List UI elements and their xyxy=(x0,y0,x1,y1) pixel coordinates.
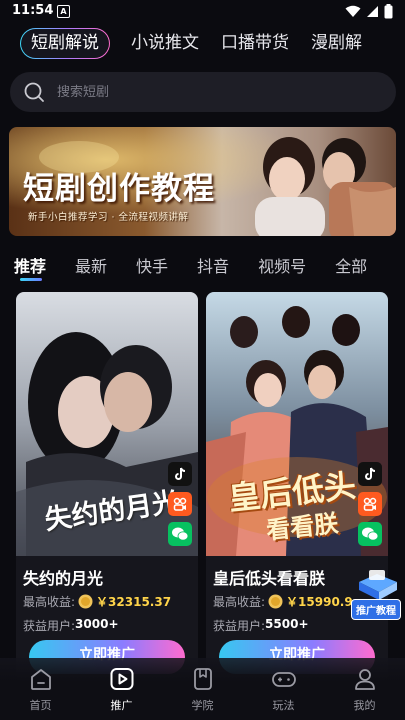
battery-icon xyxy=(384,4,393,19)
tutorial-banner[interactable]: 短剧创作教程 新手小白推荐学习 · 全流程视频讲解 xyxy=(9,127,396,236)
kuaishou-icon xyxy=(168,492,192,516)
search-bar[interactable] xyxy=(10,72,396,112)
bottom-nav: 首页 推广 学院 玩法 我的 xyxy=(0,658,405,720)
home-icon xyxy=(30,669,51,690)
tiktok-icon xyxy=(168,462,192,486)
platform-icons xyxy=(168,462,192,546)
max-earnings-value: ￥32315.37 xyxy=(96,595,172,609)
nav-promote-label: 推广 xyxy=(110,699,133,712)
wechat-icon xyxy=(168,522,192,546)
tutorial-label: 推广教程 xyxy=(351,599,401,620)
status-bar: 11:54 A xyxy=(0,0,405,24)
tab-short-drama-commentary[interactable]: 短剧解说 xyxy=(20,28,110,59)
user-icon xyxy=(354,669,375,690)
search-input[interactable] xyxy=(55,83,359,101)
nav-mine-label: 我的 xyxy=(353,699,376,712)
earning-users-row: 获益用户: 3000+ xyxy=(23,617,119,634)
status-icons xyxy=(345,4,393,19)
platform-tabs: 推荐 最新 快手 抖音 视频号 全部 xyxy=(14,253,396,281)
nav-home-label: 首页 xyxy=(29,699,52,712)
tab-comic-drama[interactable]: 漫剧解 xyxy=(300,27,373,59)
nav-mine[interactable]: 我的 xyxy=(324,658,405,720)
drama-card[interactable]: 皇后低头 看看朕 皇后低头看看朕 最高收益: ￥15990.9 获益用户: 55… xyxy=(206,292,388,682)
banner-subtitle: 新手小白推荐学习 · 全流程视频讲解 xyxy=(28,212,189,223)
banner-title: 短剧创作教程 xyxy=(23,171,215,207)
drama-title: 皇后低头看看朕 xyxy=(213,569,326,588)
nav-home[interactable]: 首页 xyxy=(0,658,81,720)
book-stack-icon xyxy=(359,570,397,600)
drama-title: 失约的月光 xyxy=(23,569,104,588)
tab-voice-sales[interactable]: 口播带货 xyxy=(210,27,300,59)
drama-card[interactable]: 失约的月光 失约的月光 最高收益: ￥32315.37 获益用户: 3000+ … xyxy=(16,292,198,682)
earning-users-label: 获益用户: xyxy=(23,619,76,633)
max-earnings-row: 最高收益: ￥32315.37 xyxy=(23,593,171,610)
nav-academy-label: 学院 xyxy=(191,699,214,712)
nav-gameplay[interactable]: 玩法 xyxy=(243,658,324,720)
signal-icon xyxy=(367,6,378,17)
active-tab-indicator xyxy=(20,278,42,281)
max-earnings-label: 最高收益: xyxy=(23,595,76,609)
status-time: 11:54 xyxy=(12,3,54,18)
tab-novel-promo[interactable]: 小说推文 xyxy=(120,27,210,59)
earning-users-value: 3000+ xyxy=(75,617,119,631)
wechat-icon xyxy=(358,522,382,546)
tab-douyin[interactable]: 抖音 xyxy=(197,253,229,277)
max-earnings-value: ￥15990.9 xyxy=(286,595,353,609)
wifi-icon xyxy=(345,5,361,17)
earning-users-value: 5500+ xyxy=(265,617,309,631)
nav-promote[interactable]: 推广 xyxy=(81,658,162,720)
tab-latest[interactable]: 最新 xyxy=(75,253,107,277)
tab-all[interactable]: 全部 xyxy=(335,253,367,277)
book-icon xyxy=(193,668,212,690)
coin-icon xyxy=(78,594,93,609)
tab-channels[interactable]: 视频号 xyxy=(258,253,306,277)
gamepad-icon xyxy=(271,672,296,687)
kuaishou-icon xyxy=(358,492,382,516)
notification-a-icon: A xyxy=(57,5,70,18)
nav-academy[interactable]: 学院 xyxy=(162,658,243,720)
coin-icon xyxy=(268,594,283,609)
tab-kuaishou[interactable]: 快手 xyxy=(136,253,168,277)
promotion-tutorial-button[interactable]: 推广教程 xyxy=(349,568,405,620)
max-earnings-row: 最高收益: ￥15990.9 xyxy=(213,593,353,610)
tab-recommended[interactable]: 推荐 xyxy=(14,253,47,281)
max-earnings-label: 最高收益: xyxy=(213,595,266,609)
app-root: 11:54 A 短剧解说 小说推文 口播带货 漫剧解 搜索短剧 短剧创作教程 新… xyxy=(0,0,405,720)
search-icon xyxy=(24,82,44,102)
tab-recommended-label: 推荐 xyxy=(14,257,47,276)
category-tabs: 短剧解说 小说推文 口播带货 漫剧解 xyxy=(20,27,373,59)
nav-gameplay-label: 玩法 xyxy=(272,699,295,712)
play-icon xyxy=(110,668,133,690)
earning-users-label: 获益用户: xyxy=(213,619,266,633)
earning-users-row: 获益用户: 5500+ xyxy=(213,617,309,634)
poster-subtitle-text: 看看朕 xyxy=(264,508,340,545)
platform-icons xyxy=(358,462,382,546)
tiktok-icon xyxy=(358,462,382,486)
